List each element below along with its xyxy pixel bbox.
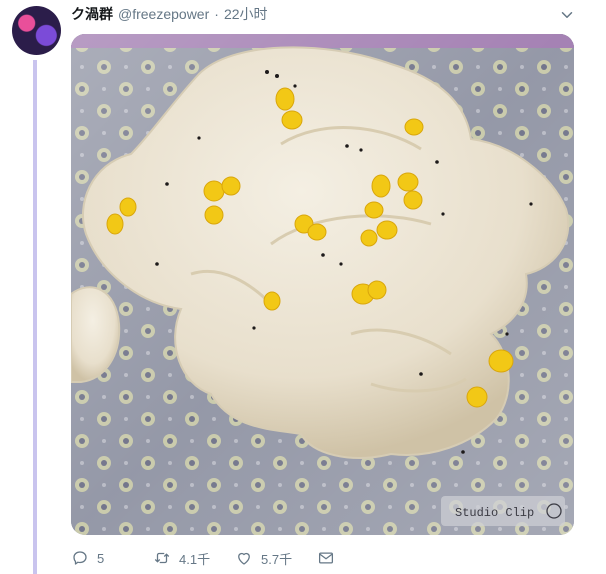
reply-icon — [73, 551, 87, 565]
like-count: 5.7千 — [261, 551, 293, 567]
heart-icon — [238, 552, 250, 565]
tweet-photo[interactable]: Studio Clip — [71, 34, 574, 535]
retweet-count: 4.1千 — [179, 551, 211, 567]
like-button[interactable]: 5.7千 — [235, 548, 317, 568]
message-icon — [318, 552, 334, 564]
tweet-actions: 5 4.1千 5.7千 — [71, 548, 357, 568]
tweet-header: ク渦群 @freezepower · 22小时 — [71, 4, 268, 24]
watermark: Studio Clip — [455, 506, 534, 520]
retweet-button[interactable]: 4.1千 — [153, 548, 235, 568]
dough-photo: Studio Clip — [71, 34, 574, 535]
reply-button[interactable]: 5 — [71, 548, 153, 568]
tweet-time[interactable]: 22小时 — [224, 4, 268, 24]
direct-message-button[interactable] — [317, 548, 357, 568]
retweet-icon — [154, 552, 170, 564]
separator: · — [214, 6, 219, 22]
chevron-down-icon[interactable] — [558, 6, 576, 24]
avatar[interactable] — [12, 6, 61, 55]
user-handle[interactable]: @freezepower — [118, 6, 209, 22]
tweet[interactable]: ク渦群 @freezepower · 22小时 Studio Clip 5 4.… — [0, 0, 606, 574]
thread-line — [33, 60, 37, 574]
display-name[interactable]: ク渦群 — [71, 4, 113, 24]
reply-count: 5 — [97, 550, 105, 566]
